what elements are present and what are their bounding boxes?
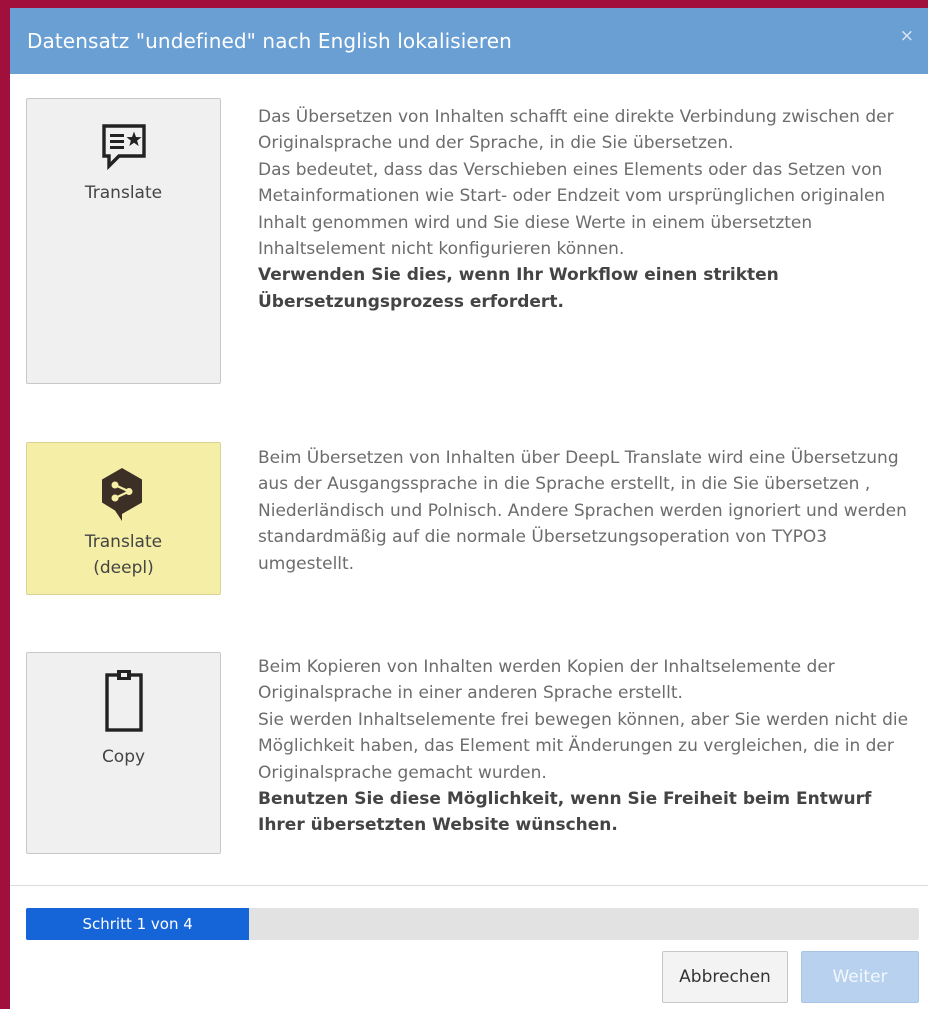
description-paragraph: Beim Übersetzen von Inhalten über DeepL … [258,448,907,574]
copy-option-description: Beim Kopieren von Inhalten werden Kopien… [258,654,918,839]
description-emphasis: Benutzen Sie diese Möglichkeit, wenn Sie… [258,789,872,836]
copy-option-card[interactable]: Copy [26,652,221,854]
wizard-progress-bar: Schritt 1 von 4 [26,908,919,940]
footer-divider [10,885,928,886]
translate-option-card[interactable]: Translate [26,98,221,384]
message-star-icon [99,121,149,171]
dialog-title: Datensatz "undefined" nach English lokal… [27,29,512,53]
progress-fill: Schritt 1 von 4 [26,908,250,940]
dialog-body: Translate Das Übersetzen von Inhalten sc… [10,74,928,886]
description-paragraph: Das bedeutet, dass das Verschieben eines… [258,159,886,260]
deepl-logo-icon [101,466,147,522]
close-icon[interactable]: × [900,28,914,45]
description-paragraph: Das Übersetzen von Inhalten schafft eine… [258,107,894,154]
cancel-button[interactable]: Abbrechen [662,951,788,1003]
dialog-header: Datensatz "undefined" nach English lokal… [10,8,928,74]
translate-option-label: Translate [84,183,163,203]
localize-dialog: Datensatz "undefined" nach English lokal… [10,8,928,1009]
next-button[interactable]: Weiter [801,951,919,1003]
translate-deepl-option-card[interactable]: Translate (deepl) [26,442,221,595]
copy-option-label: Copy [101,747,146,767]
description-emphasis: Verwenden Sie dies, wenn Ihr Workflow ei… [258,265,779,312]
description-paragraph: Beim Kopieren von Inhalten werden Kopien… [258,657,835,704]
translate-deepl-option-label: Translate (deepl) [84,532,163,578]
translate-option-description: Das Übersetzen von Inhalten schafft eine… [258,104,918,315]
description-paragraph: Sie werden Inhaltselemente frei bewegen … [258,709,909,783]
translate-deepl-option-description: Beim Übersetzen von Inhalten über DeepL … [258,445,918,577]
clipboard-icon [103,669,145,733]
